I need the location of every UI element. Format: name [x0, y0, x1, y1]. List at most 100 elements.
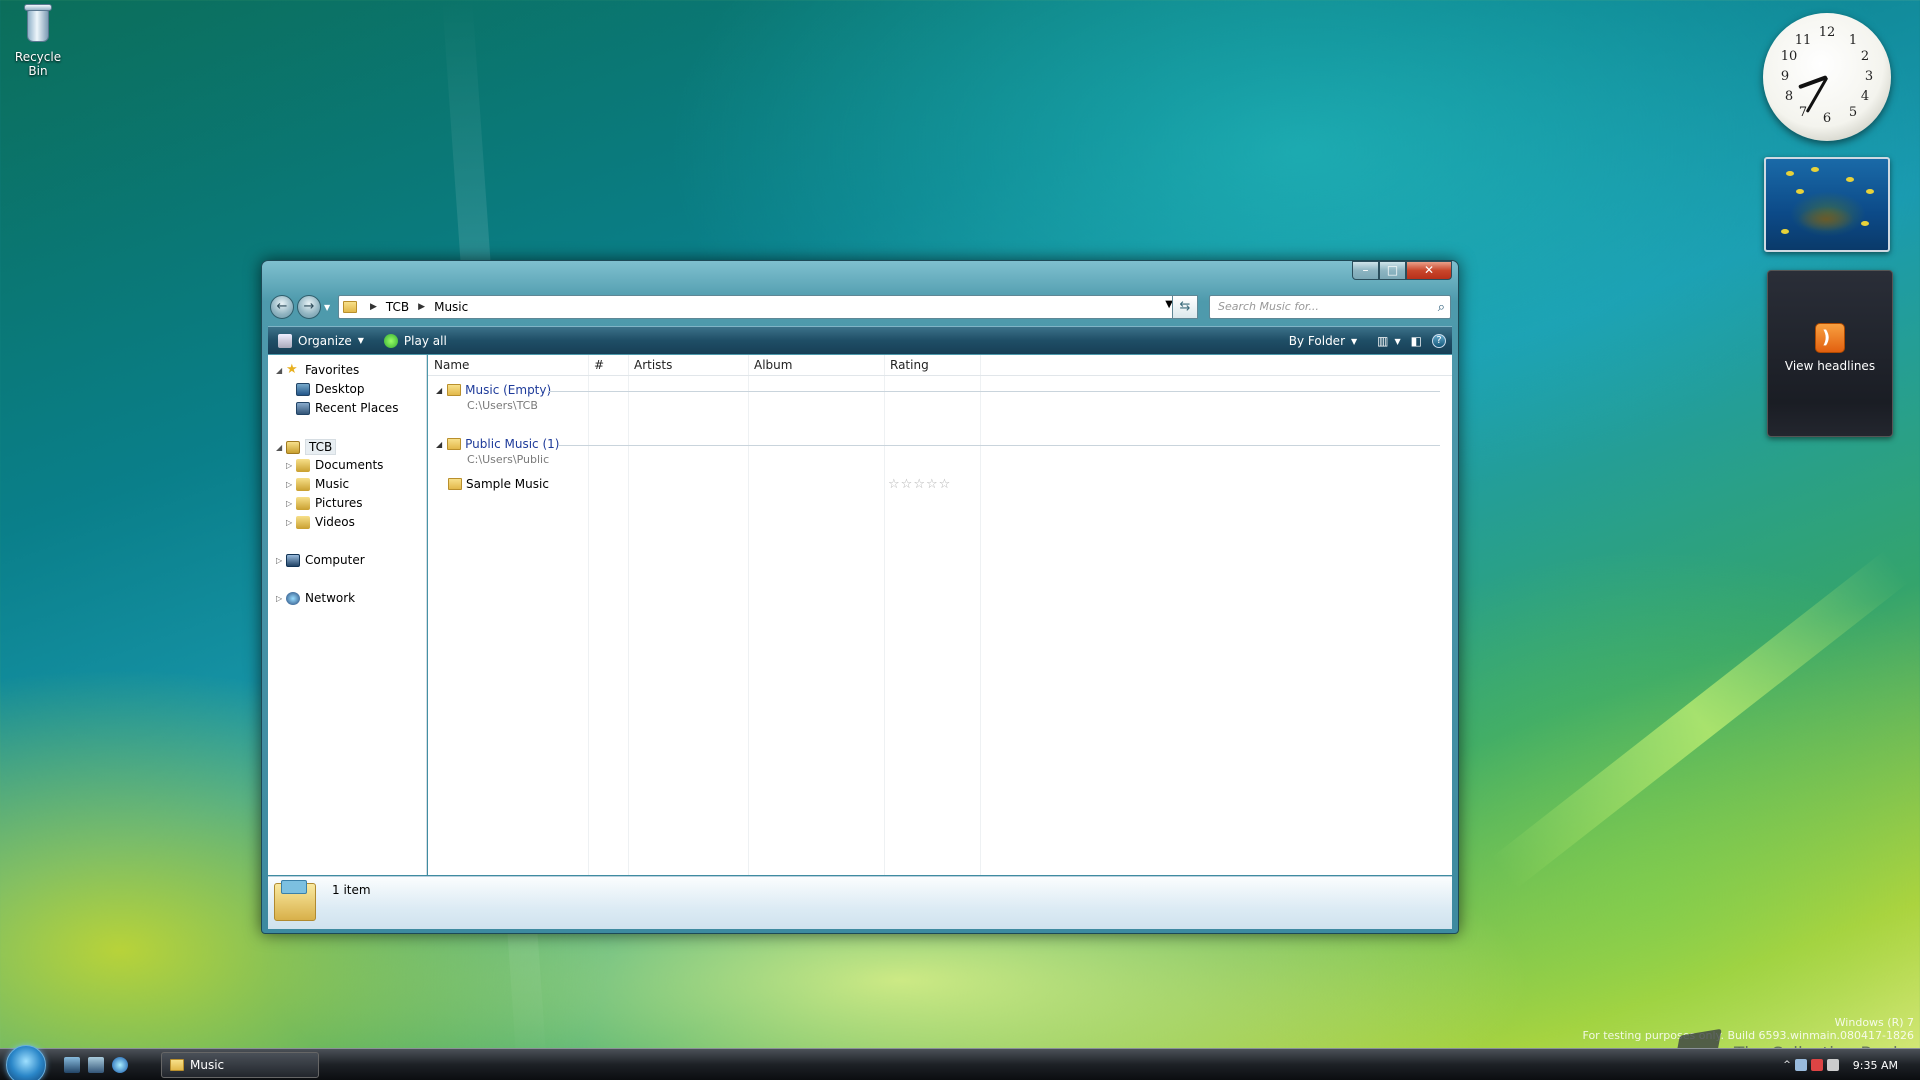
column-header-rating[interactable]: Rating: [884, 355, 980, 375]
volume-icon[interactable]: [1826, 1059, 1839, 1071]
music-folder-icon: [296, 477, 310, 491]
column-header-artists[interactable]: Artists: [628, 355, 748, 375]
expand-arrow-icon[interactable]: ▷: [286, 480, 296, 489]
build-watermark: Windows (R) 7 For testing purposes only.…: [1583, 1016, 1914, 1042]
group-title: Music (Empty): [465, 383, 552, 397]
nav-item-videos[interactable]: ▷ Videos: [286, 515, 355, 529]
nav-computer[interactable]: ▷ Computer: [276, 553, 365, 567]
network-tray-icon[interactable]: [1794, 1059, 1807, 1071]
network-icon: [286, 591, 300, 605]
recent-pages-dropdown[interactable]: ▼: [324, 303, 330, 312]
nav-item-recent-places[interactable]: Recent Places: [296, 401, 398, 415]
breadcrumb-tcb[interactable]: TCB: [386, 300, 409, 314]
clock-time[interactable]: 9:35 AM: [1853, 1059, 1898, 1072]
column-divider[interactable]: [628, 355, 629, 875]
status-text: 1 item: [332, 883, 371, 897]
clock-number: 11: [1794, 33, 1812, 48]
watermark-line: For testing purposes only. Build 6593.wi…: [1582, 1029, 1914, 1042]
play-all-button[interactable]: Play all: [383, 333, 447, 348]
expand-arrow-icon[interactable]: ▷: [286, 518, 296, 527]
breadcrumb-separator[interactable]: ▶: [418, 302, 425, 312]
nav-user-tcb[interactable]: ◢ TCB: [276, 439, 337, 455]
breadcrumb-music[interactable]: Music: [434, 300, 468, 314]
column-divider[interactable]: [748, 355, 749, 875]
search-icon[interactable]: ⌕: [1438, 297, 1445, 319]
views-icon: ▥: [1377, 334, 1389, 348]
organize-label: Organize: [298, 333, 352, 348]
group-header-public-music[interactable]: ◢ Public Music (1): [436, 437, 559, 451]
address-bar[interactable]: ▶ TCB ▶ Music ▼: [338, 295, 1180, 319]
security-tray-icon[interactable]: [1810, 1059, 1823, 1071]
group-path: C:\Users\TCB: [467, 399, 538, 412]
nav-item-desktop[interactable]: Desktop: [296, 382, 365, 396]
column-header-album[interactable]: Album: [748, 355, 884, 375]
expand-arrow-icon[interactable]: ▷: [276, 556, 286, 565]
star-icon[interactable]: ☆: [939, 477, 952, 492]
fish-shape: [1811, 167, 1819, 172]
minimize-button[interactable]: –: [1352, 261, 1379, 280]
folder-icon: [447, 438, 462, 450]
star-icon[interactable]: ☆: [901, 477, 914, 492]
close-button[interactable]: ✕: [1406, 261, 1452, 280]
views-button[interactable]: ▥ ▼: [1377, 334, 1401, 348]
nav-item-documents[interactable]: ▷ Documents: [286, 458, 383, 472]
expand-arrow-icon[interactable]: ▷: [276, 594, 286, 603]
switch-windows-icon[interactable]: [88, 1057, 104, 1073]
search-input[interactable]: Search Music for... ⌕: [1209, 295, 1451, 319]
collapse-arrow-icon[interactable]: ◢: [276, 443, 286, 452]
slideshow-gadget[interactable]: [1764, 157, 1890, 252]
organize-icon: [278, 333, 292, 348]
nav-item-pictures[interactable]: ▷ Pictures: [286, 496, 363, 510]
expand-arrow-icon[interactable]: ▷: [286, 461, 296, 470]
refresh-button[interactable]: ⇆: [1172, 295, 1198, 319]
nav-favorites[interactable]: ◢ ★ Favorites: [276, 363, 360, 378]
breadcrumb-separator[interactable]: ▶: [370, 302, 377, 312]
folder-icon: [343, 301, 357, 313]
feed-label: View headlines: [1784, 359, 1876, 373]
column-header-name[interactable]: Name: [428, 355, 588, 375]
item-name: Sample Music: [466, 477, 549, 491]
star-icon[interactable]: ☆: [888, 477, 901, 492]
expand-arrow-icon[interactable]: ▷: [286, 499, 296, 508]
rating-stars[interactable]: ☆ ☆ ☆ ☆ ☆: [888, 477, 951, 492]
recycle-bin-icon[interactable]: Recycle Bin: [4, 2, 72, 78]
forward-button[interactable]: →: [297, 295, 321, 319]
star-icon[interactable]: ☆: [913, 477, 926, 492]
organize-button[interactable]: Organize ▼: [278, 333, 364, 348]
star-icon[interactable]: ☆: [926, 477, 939, 492]
nav-favorites-label: Favorites: [305, 363, 360, 377]
internet-explorer-icon[interactable]: [112, 1057, 128, 1073]
start-button[interactable]: [6, 1045, 46, 1080]
clock-number: 4: [1860, 89, 1870, 104]
by-folder-label: By Folder: [1288, 334, 1345, 348]
search-placeholder: Search Music for...: [1218, 300, 1319, 313]
chevron-up-icon[interactable]: ^: [1783, 1060, 1791, 1070]
notification-area: ^ 9:35 AM: [1783, 1049, 1898, 1080]
user-folder-icon: [286, 440, 300, 454]
column-divider[interactable]: [980, 355, 981, 875]
list-item[interactable]: Sample Music: [448, 477, 549, 491]
fish-shape: [1786, 171, 1794, 176]
nav-network[interactable]: ▷ Network: [276, 591, 355, 605]
column-divider[interactable]: [884, 355, 885, 875]
collapse-arrow-icon[interactable]: ◢: [276, 366, 286, 375]
back-button[interactable]: ←: [270, 295, 294, 319]
collapse-arrow-icon[interactable]: ◢: [436, 440, 442, 449]
group-header-music[interactable]: ◢ Music (Empty): [436, 383, 551, 397]
group-path: C:\Users\Public: [467, 453, 550, 466]
preview-pane-icon[interactable]: ◧: [1411, 334, 1422, 348]
nav-network-label: Network: [305, 591, 356, 605]
feed-headlines-gadget[interactable]: ) View headlines: [1767, 270, 1893, 437]
help-icon[interactable]: ?: [1432, 334, 1446, 348]
taskbar-button-label: Music: [190, 1058, 225, 1072]
by-folder-button[interactable]: By Folder ▼: [1289, 334, 1357, 348]
column-header-number[interactable]: #: [588, 355, 628, 375]
taskbar-button-music[interactable]: Music: [161, 1052, 319, 1078]
show-desktop-icon[interactable]: [64, 1057, 80, 1073]
nav-item-music[interactable]: ▷ Music: [286, 477, 349, 491]
command-bar: Organize ▼ Play all By Folder ▼ ▥ ▼ ◧ ?: [268, 326, 1452, 354]
collapse-arrow-icon[interactable]: ◢: [436, 386, 442, 395]
clock-gadget[interactable]: 12 1 2 3 4 5 6 7 8 9 10 11: [1763, 13, 1891, 141]
maximize-button[interactable]: □: [1379, 261, 1406, 280]
column-divider[interactable]: [588, 355, 589, 875]
